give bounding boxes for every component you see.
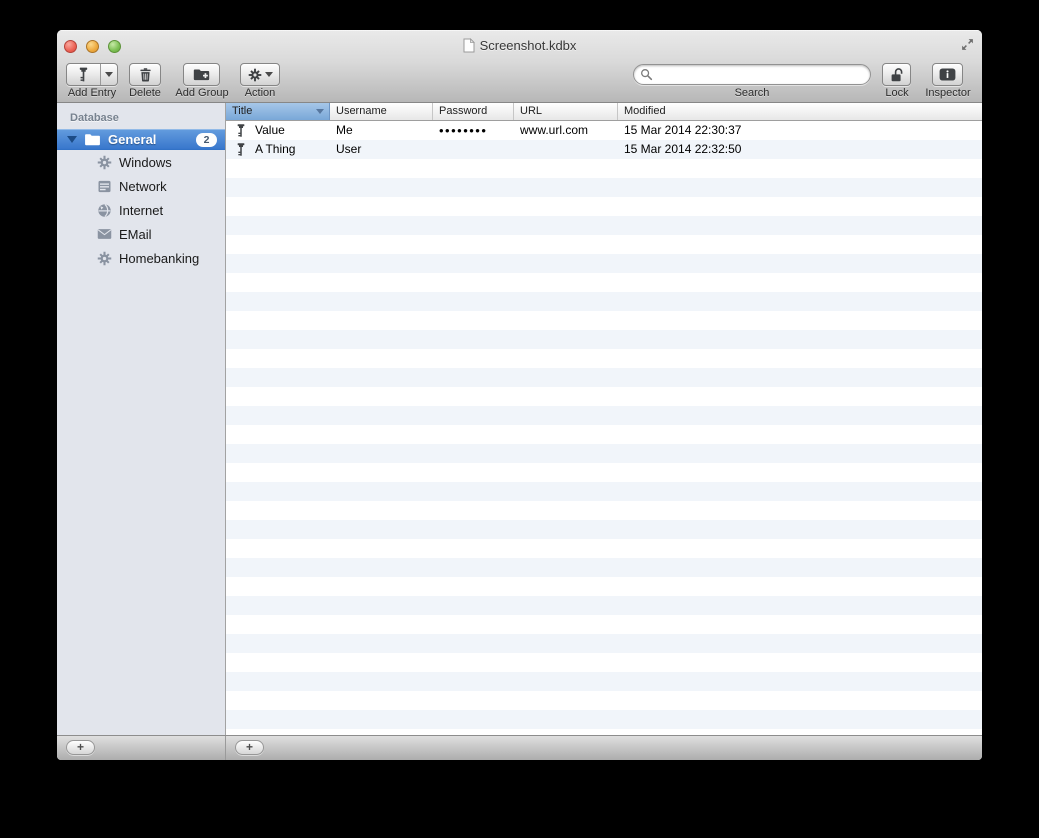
delete-button[interactable] (129, 63, 161, 86)
disclosure-triangle-icon[interactable] (67, 136, 77, 143)
action-label: Action (244, 87, 276, 99)
list-bottom-bar: + (226, 736, 982, 760)
search-input[interactable] (657, 67, 864, 82)
lock-button[interactable] (882, 63, 911, 86)
add-entry-plus-button[interactable]: + (235, 740, 264, 755)
sidebar-item-windows[interactable]: Windows (57, 150, 225, 174)
info-icon (939, 68, 956, 81)
inspector-button[interactable] (932, 63, 963, 86)
column-header-modified[interactable]: Modified (618, 103, 982, 120)
folder-plus-icon (193, 69, 210, 81)
sort-descending-icon (316, 109, 324, 114)
sidebar-item-email[interactable]: EMail (57, 222, 225, 246)
column-header-url[interactable]: URL (514, 103, 618, 120)
magnifier-icon (641, 69, 653, 81)
action-button[interactable] (240, 63, 280, 86)
add-entry-label: Add Entry (67, 87, 117, 99)
key-icon (237, 143, 245, 156)
table-row[interactable]: A Thing User 15 Mar 2014 22:32:50 (226, 140, 982, 159)
sidebar-section-header: Database (70, 112, 119, 124)
window-title: Screenshot.kdbx (57, 38, 982, 53)
chevron-down-icon (264, 72, 273, 77)
content-area: Database General 2 Windows Network Inter… (57, 103, 982, 735)
document-icon (463, 38, 475, 53)
sidebar-item-label: EMail (119, 226, 152, 242)
entry-username: Me (336, 123, 353, 137)
inspector-label: Inspector (925, 87, 971, 99)
globe-icon (98, 203, 111, 217)
table-header: Title Username Password URL Modified (226, 103, 982, 121)
entry-password: •••••••• (439, 123, 488, 138)
entry-modified: 15 Mar 2014 22:30:37 (624, 123, 742, 137)
gear-icon (97, 251, 112, 265)
entry-title: A Thing (255, 142, 296, 156)
entry-count-badge: 2 (196, 132, 217, 147)
column-header-username[interactable]: Username (330, 103, 433, 120)
sidebar: Database General 2 Windows Network Inter… (57, 103, 226, 735)
sidebar-item-internet[interactable]: Internet (57, 198, 225, 222)
sidebar-group-general[interactable]: General 2 (57, 129, 225, 150)
bottom-bar: + + (57, 735, 982, 760)
lock-label: Lock (885, 87, 909, 99)
search-field[interactable] (633, 64, 871, 85)
trash-icon (139, 68, 151, 82)
add-group-button[interactable] (183, 63, 220, 86)
add-entry-dropdown[interactable] (100, 64, 117, 85)
server-icon (98, 180, 111, 192)
sidebar-bottom-bar: + (57, 736, 226, 760)
gear-icon (248, 68, 261, 81)
sidebar-item-homebanking[interactable]: Homebanking (57, 246, 225, 270)
column-header-password[interactable]: Password (433, 103, 514, 120)
entry-modified: 15 Mar 2014 22:32:50 (624, 142, 742, 156)
chevron-down-icon (105, 72, 113, 77)
app-window: Screenshot.kdbx Add Entry Delete Add Gro… (57, 30, 982, 760)
envelope-icon (97, 229, 112, 239)
table-body: Value Me •••••••• www.url.com 15 Mar 201… (226, 121, 982, 735)
fullscreen-arrows-icon[interactable] (961, 38, 974, 51)
open-padlock-icon (891, 67, 902, 81)
sidebar-item-label: Homebanking (119, 250, 200, 266)
entry-url (514, 140, 618, 159)
entry-username: User (336, 142, 362, 156)
table-row[interactable]: Value Me •••••••• www.url.com 15 Mar 201… (226, 121, 982, 140)
sidebar-item-label: Windows (119, 154, 172, 170)
sidebar-item-label: Internet (119, 202, 164, 218)
entry-list: Title Username Password URL Modified Val… (226, 103, 982, 735)
window-title-text: Screenshot.kdbx (479, 38, 577, 53)
folder-icon (85, 134, 100, 146)
sidebar-item-label: Network (119, 178, 167, 194)
entry-password (433, 140, 514, 159)
sidebar-item-network[interactable]: Network (57, 174, 225, 198)
add-entry-button[interactable] (66, 63, 118, 86)
window-chrome: Screenshot.kdbx Add Entry Delete Add Gro… (57, 30, 982, 103)
gear-icon (97, 155, 112, 169)
search-label: Search (734, 87, 770, 99)
delete-label: Delete (129, 87, 161, 99)
column-header-title[interactable]: Title (226, 103, 330, 120)
key-icon (237, 124, 245, 137)
key-icon[interactable] (67, 64, 100, 85)
add-group-label: Add Group (175, 87, 229, 99)
entry-url: www.url.com (520, 123, 589, 137)
add-group-plus-button[interactable]: + (66, 740, 95, 755)
entry-title: Value (255, 123, 285, 137)
sidebar-group-label: General (108, 132, 157, 147)
